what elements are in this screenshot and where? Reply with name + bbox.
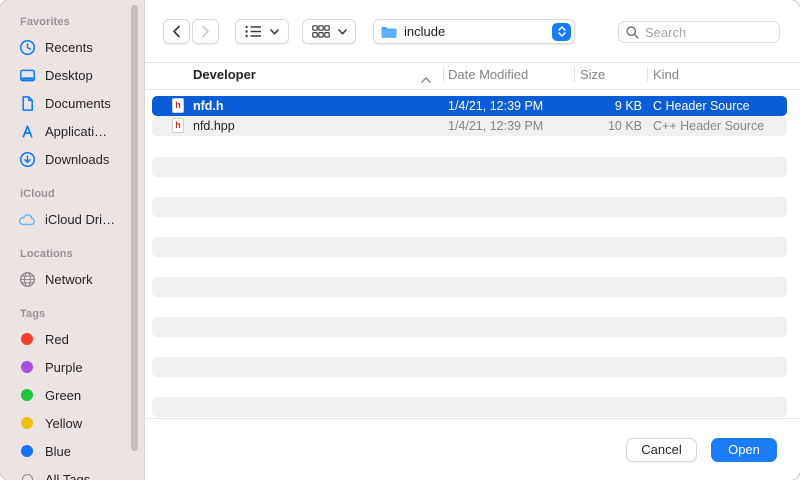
header-file-icon: h xyxy=(172,118,184,133)
empty-row-stripe xyxy=(152,237,787,257)
section-label-icloud: iCloud xyxy=(20,188,144,200)
toolbar: include xyxy=(145,0,800,63)
folder-icon xyxy=(380,25,398,39)
sidebar-item-recents[interactable]: Recents xyxy=(18,33,144,61)
empty-row-stripe xyxy=(152,157,787,177)
desktop-icon xyxy=(18,66,36,84)
section-label-favorites: Favorites xyxy=(20,16,144,28)
tag-dot-icon xyxy=(18,442,36,460)
dropdown-stepper-icon xyxy=(552,23,571,41)
sidebar-item-desktop[interactable]: Desktop xyxy=(18,61,144,89)
open-file-dialog: Favorites Recents Desktop Documents Appl… xyxy=(0,0,800,480)
empty-row-stripe xyxy=(152,197,787,217)
sidebar-item-label: Blue xyxy=(45,444,71,459)
file-kind: C++ Header Source xyxy=(653,119,764,133)
search-input[interactable] xyxy=(643,24,767,41)
sidebar-item-all-tags[interactable]: All Tags xyxy=(18,465,144,480)
section-label-locations: Locations xyxy=(20,248,144,260)
circle-outline-icon xyxy=(18,470,36,480)
sidebar-item-downloads[interactable]: Downloads xyxy=(18,145,144,173)
dialog-footer: Cancel Open xyxy=(145,418,800,480)
sidebar-item-label: Downloads xyxy=(45,152,109,167)
list-view-icon xyxy=(245,25,262,38)
sidebar-item-label: Applicati… xyxy=(45,124,107,139)
sidebar-item-tag-purple[interactable]: Purple xyxy=(18,353,144,381)
globe-icon xyxy=(18,270,36,288)
list-view-button[interactable] xyxy=(235,19,289,44)
sidebar-item-network[interactable]: Network xyxy=(18,265,144,293)
cloud-icon xyxy=(18,210,36,228)
column-header-size[interactable]: Size xyxy=(580,67,605,82)
sidebar-item-tag-blue[interactable]: Blue xyxy=(18,437,144,465)
sidebar-scrollbar[interactable] xyxy=(131,5,138,451)
sidebar-item-tag-yellow[interactable]: Yellow xyxy=(18,409,144,437)
download-icon xyxy=(18,150,36,168)
tag-dot-icon xyxy=(18,386,36,404)
empty-row-stripe xyxy=(152,357,787,377)
main-panel: include Developer Date Modified Size Kin… xyxy=(145,0,800,480)
sidebar-item-label: Green xyxy=(45,388,81,403)
column-header-developer[interactable]: Developer xyxy=(193,67,256,82)
current-folder-label: include xyxy=(404,24,445,39)
search-field[interactable] xyxy=(618,21,780,43)
file-size: 9 KB xyxy=(552,99,642,113)
sidebar-item-documents[interactable]: Documents xyxy=(18,89,144,117)
file-date-modified: 1/4/21, 12:39 PM xyxy=(448,119,543,133)
tag-dot-icon xyxy=(18,414,36,432)
search-icon xyxy=(626,26,639,39)
sidebar-item-label: Recents xyxy=(45,40,93,55)
sidebar-item-label: Network xyxy=(45,272,93,287)
column-header-kind[interactable]: Kind xyxy=(653,67,679,82)
sidebar-item-label: Desktop xyxy=(45,68,93,83)
sidebar-item-icloud-drive[interactable]: iCloud Dri… xyxy=(18,205,144,233)
column-divider xyxy=(443,67,444,82)
forward-button[interactable] xyxy=(192,19,219,44)
appstore-icon xyxy=(18,122,36,140)
sidebar-item-label: iCloud Dri… xyxy=(45,212,115,227)
tag-dot-icon xyxy=(18,358,36,376)
column-divider xyxy=(647,67,648,82)
section-label-tags: Tags xyxy=(20,308,144,320)
chevron-right-icon xyxy=(201,25,210,38)
sidebar-item-label: Yellow xyxy=(45,416,82,431)
sidebar-item-tag-red[interactable]: Red xyxy=(18,325,144,353)
column-header-row: Developer Date Modified Size Kind xyxy=(145,62,800,90)
file-name: nfd.h xyxy=(193,99,224,113)
empty-row-stripe xyxy=(152,277,787,297)
file-date-modified: 1/4/21, 12:39 PM xyxy=(448,99,543,113)
tag-dot-icon xyxy=(18,330,36,348)
chevron-left-icon xyxy=(172,25,181,38)
sidebar-item-tag-green[interactable]: Green xyxy=(18,381,144,409)
header-file-icon: h xyxy=(172,98,184,113)
file-row-nfd-h[interactable]: h nfd.h 1/4/21, 12:39 PM 9 KB C Header S… xyxy=(152,96,787,116)
back-button[interactable] xyxy=(163,19,190,44)
grid-view-icon xyxy=(312,25,330,38)
column-header-date-modified[interactable]: Date Modified xyxy=(448,67,528,82)
sidebar-item-label: Documents xyxy=(45,96,111,111)
sidebar: Favorites Recents Desktop Documents Appl… xyxy=(0,0,145,480)
file-name: nfd.hpp xyxy=(193,119,235,133)
chevron-down-icon xyxy=(270,29,279,35)
sidebar-item-label: Red xyxy=(45,332,69,347)
clock-icon xyxy=(18,38,36,56)
sidebar-item-applications[interactable]: Applicati… xyxy=(18,117,144,145)
document-icon xyxy=(18,94,36,112)
column-divider xyxy=(574,67,575,82)
open-button[interactable]: Open xyxy=(711,438,777,462)
sidebar-item-label: All Tags xyxy=(45,472,90,480)
file-row-nfd-hpp[interactable]: h nfd.hpp 1/4/21, 12:39 PM 10 KB C++ Hea… xyxy=(152,116,787,136)
empty-row-stripe xyxy=(152,397,787,417)
current-folder-dropdown[interactable]: include xyxy=(373,19,575,44)
file-list: h nfd.h 1/4/21, 12:39 PM 9 KB C Header S… xyxy=(145,89,800,419)
empty-row-stripe xyxy=(152,317,787,337)
file-kind: C Header Source xyxy=(653,99,750,113)
group-view-button[interactable] xyxy=(302,19,356,44)
sidebar-item-label: Purple xyxy=(45,360,83,375)
sort-ascending-icon xyxy=(421,71,431,86)
file-size: 10 KB xyxy=(552,119,642,133)
chevron-down-icon xyxy=(338,29,347,35)
cancel-button[interactable]: Cancel xyxy=(626,438,697,462)
